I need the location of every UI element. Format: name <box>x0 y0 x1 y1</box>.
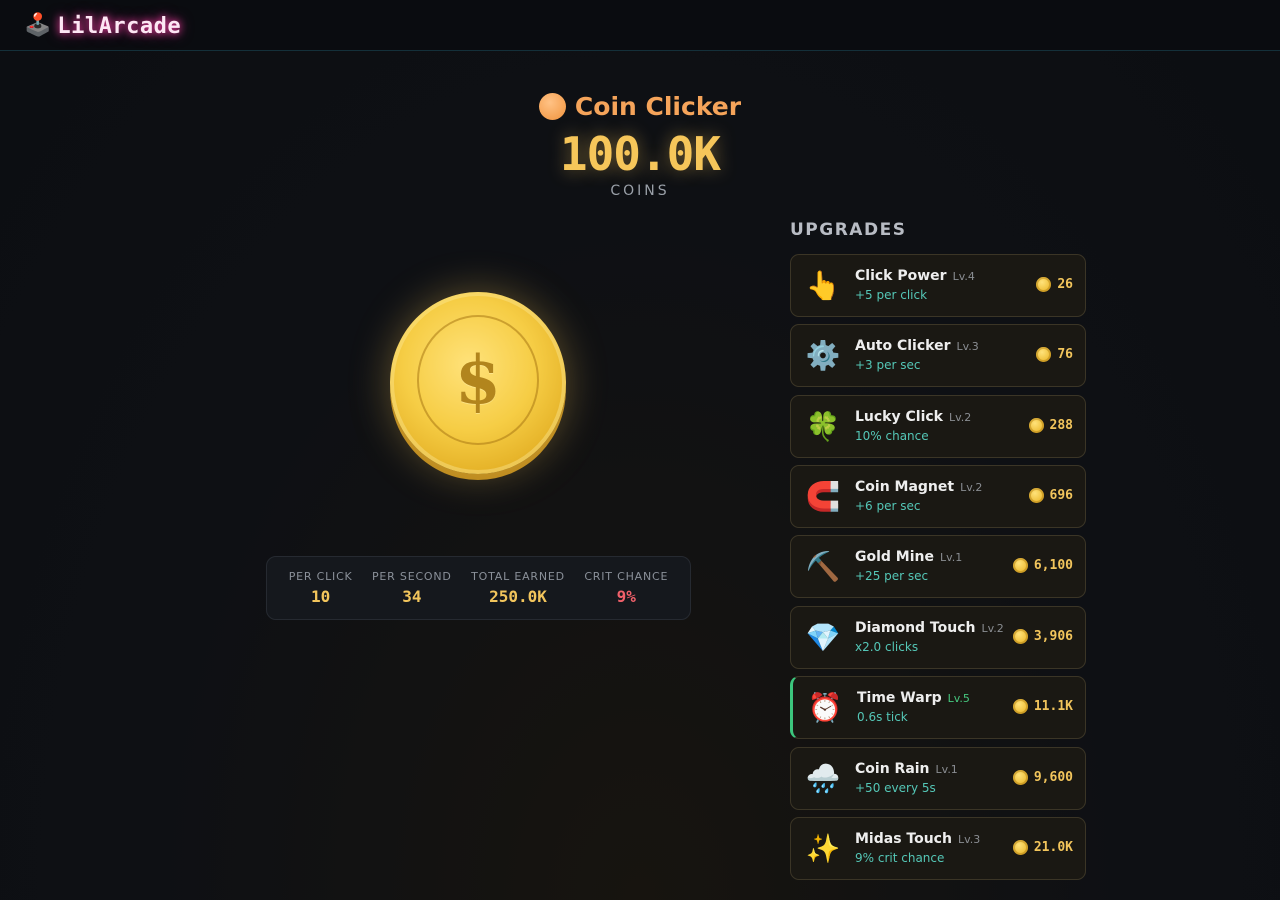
coin-icon <box>1028 418 1044 433</box>
stat-label: PER CLICK <box>288 570 353 583</box>
upgrade-price: 26 <box>1036 277 1073 292</box>
upgrade-description: +50 every 5s <box>855 781 936 795</box>
rain-cloud-icon: 🌧️ <box>805 762 841 795</box>
upgrade-name: Lucky Click Lv.2 <box>855 409 972 425</box>
upgrade-name: Midas Touch Lv.3 <box>855 831 981 847</box>
stat-label: PER SECOND <box>372 570 452 583</box>
upgrades-heading: UPGRADES <box>790 220 907 240</box>
top-nav-bar: 🕹️ LilArcade <box>0 0 1280 51</box>
upgrade-price: 21.0K <box>1012 840 1073 855</box>
coin-count: 100.0K <box>559 127 721 181</box>
upgrade-gold-mine[interactable]: ⛏️ Gold Mine Lv.1 +25 per sec 6,100 <box>790 535 1086 598</box>
coin-icon <box>1012 699 1028 714</box>
pickaxe-icon: ⛏️ <box>805 550 841 583</box>
upgrade-price: 11.1K <box>1012 699 1073 714</box>
stat-value: 34 <box>402 587 422 606</box>
upgrade-description: +25 per sec <box>855 569 929 583</box>
upgrade-name: Gold Mine Lv.1 <box>855 549 963 565</box>
upgrade-midas-touch[interactable]: ✨ Midas Touch Lv.3 9% crit chance 21.0K <box>790 817 1086 880</box>
coin-icon <box>1012 629 1028 644</box>
upgrade-level: Lv.4 <box>952 270 975 283</box>
upgrade-coin-rain[interactable]: 🌧️ Coin Rain Lv.1 +50 every 5s 9,600 <box>790 747 1086 810</box>
upgrade-auto-clicker[interactable]: ⚙️ Auto Clicker Lv.3 +3 per sec 76 <box>790 324 1086 387</box>
upgrade-lucky-click[interactable]: 🍀 Lucky Click Lv.2 10% chance 288 <box>790 395 1086 458</box>
stat-label: CRIT CHANCE <box>584 570 669 583</box>
upgrade-description: +6 per sec <box>855 499 921 513</box>
coin-icon <box>1012 770 1028 785</box>
upgrade-level: Lv.1 <box>935 763 958 776</box>
dollar-sign-icon: $ <box>455 341 501 419</box>
upgrade-description: x2.0 clicks <box>855 640 919 654</box>
upgrade-description: 10% chance <box>855 429 929 443</box>
coin-face: $ <box>417 315 539 445</box>
upgrade-level: Lv.2 <box>981 622 1004 635</box>
upgrade-description: +3 per sec <box>855 358 921 372</box>
upgrade-diamond-touch[interactable]: 💎 Diamond Touch Lv.2 x2.0 clicks 3,906 <box>790 606 1086 669</box>
site-logo[interactable]: 🕹️ LilArcade <box>24 10 181 42</box>
stat-crit-chance: CRIT CHANCE 9% <box>584 570 668 606</box>
upgrade-name: Click Power Lv.4 <box>855 268 975 284</box>
upgrade-level: Lv.3 <box>956 340 979 353</box>
upgrade-level: Lv.2 <box>948 411 972 424</box>
stat-value: 9% <box>616 587 636 606</box>
upgrade-coin-magnet[interactable]: 🧲 Coin Magnet Lv.2 +6 per sec 696 <box>790 465 1086 528</box>
upgrade-description: +5 per click <box>855 288 928 302</box>
sparkles-icon: ✨ <box>805 832 841 865</box>
upgrade-time-warp[interactable]: ⏰ Time Warp Lv.5 0.6s tick 11.1K <box>790 676 1086 739</box>
upgrade-price: 696 <box>1028 488 1073 503</box>
coin-icon <box>1012 558 1028 573</box>
coin-icon <box>1036 277 1052 292</box>
orange-coin-icon <box>538 93 566 120</box>
upgrade-price: 288 <box>1028 418 1073 433</box>
upgrade-price: 9,600 <box>1012 770 1073 785</box>
coin-icon <box>1028 488 1044 503</box>
upgrade-price: 6,100 <box>1012 558 1073 573</box>
stats-panel: PER CLICK 10 PER SECOND 34 TOTAL EARNED … <box>266 556 691 620</box>
stat-label: TOTAL EARNED <box>471 570 565 583</box>
upgrade-click-power[interactable]: 👆 Click Power Lv.4 +5 per click 26 <box>790 254 1086 317</box>
coin-icon <box>1012 840 1028 855</box>
four-leaf-clover-icon: 🍀 <box>805 410 841 443</box>
upgrade-level: Lv.3 <box>957 833 981 846</box>
game-header: Coin Clicker 100.0K COINS <box>440 92 840 199</box>
diamond-icon: 💎 <box>805 621 841 654</box>
stat-total-earned: TOTAL EARNED 250.0K <box>471 570 565 606</box>
gear-icon: ⚙️ <box>805 339 841 372</box>
upgrade-price: 76 <box>1036 347 1073 362</box>
upgrade-name: Coin Rain Lv.1 <box>855 761 958 777</box>
stat-per-click: PER CLICK 10 <box>289 570 353 606</box>
upgrade-description: 0.6s tick <box>857 710 908 724</box>
upgrade-price: 3,906 <box>1012 629 1073 644</box>
coin-icon <box>1036 347 1052 362</box>
upgrade-level: Lv.5 <box>947 692 970 705</box>
upgrade-name: Diamond Touch Lv.2 <box>855 620 1004 636</box>
upgrade-level: Lv.2 <box>960 481 983 494</box>
upgrade-name: Auto Clicker Lv.3 <box>855 338 979 354</box>
pointing-finger-icon: 👆 <box>805 269 841 302</box>
upgrade-description: 9% crit chance <box>855 851 945 865</box>
joystick-icon: 🕹️ <box>24 13 52 38</box>
game-title: Coin Clicker <box>440 92 840 121</box>
stat-value: 250.0K <box>489 587 547 606</box>
alarm-clock-icon: ⏰ <box>807 691 843 724</box>
upgrade-name: Time Warp Lv.5 <box>857 690 970 706</box>
logo-text: LilArcade <box>57 13 182 39</box>
stat-value: 10 <box>311 587 331 606</box>
magnet-icon: 🧲 <box>805 480 841 513</box>
coin-count-label: COINS <box>610 183 670 199</box>
game-title-text: Coin Clicker <box>574 92 742 121</box>
upgrade-name: Coin Magnet Lv.2 <box>855 479 983 495</box>
upgrade-level: Lv.1 <box>940 551 963 564</box>
click-coin-button[interactable]: $ <box>390 292 566 474</box>
stat-per-second: PER SECOND 34 <box>372 570 452 606</box>
